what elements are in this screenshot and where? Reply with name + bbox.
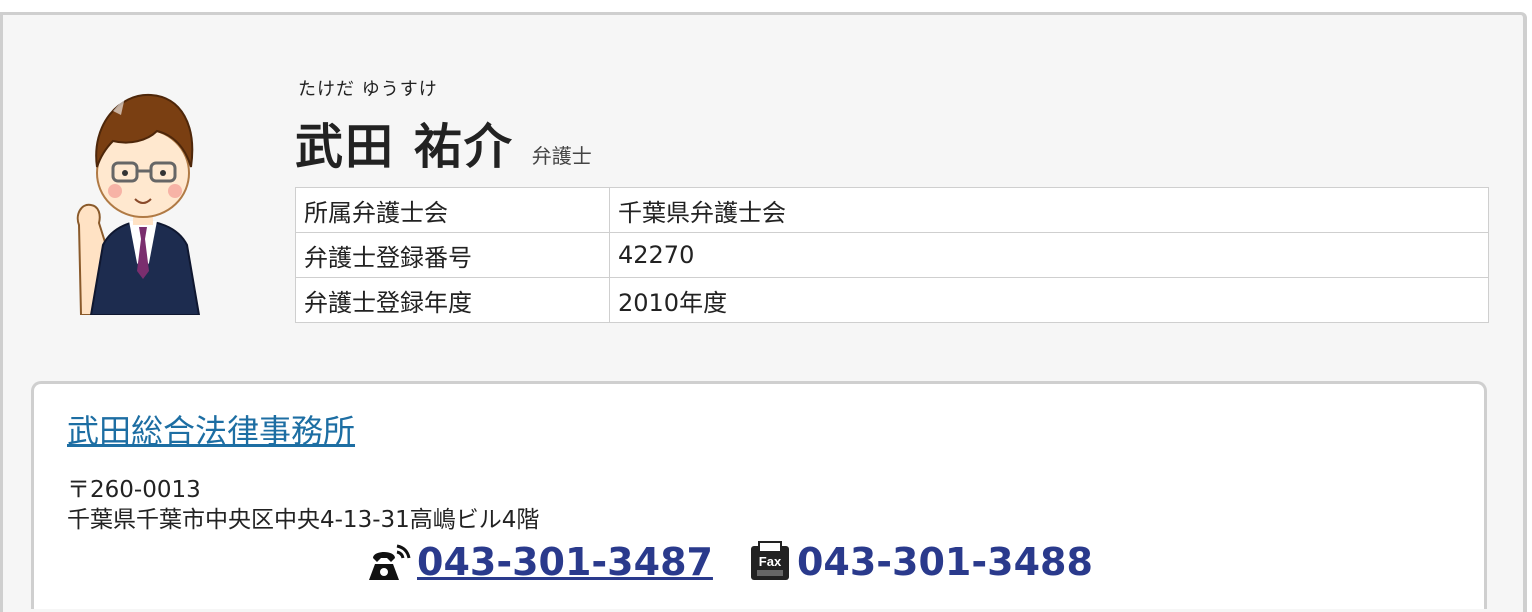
table-row: 所属弁護士会 千葉県弁護士会 [295,187,1489,233]
table-row: 弁護士登録番号 42270 [295,232,1489,278]
svg-text:Fax: Fax [759,554,782,569]
lawyer-title: 弁護士 [531,144,592,168]
name-row: 武田 祐介 弁護士 [295,107,592,177]
contact-row: 043-301-3487 Fax 043-301-3488 [369,540,1093,584]
office-box: 武田総合法律事務所 〒260-0013 千葉県千葉市中央区中央4-13-31高嶋… [31,381,1487,609]
office-name-link[interactable]: 武田総合法律事務所 [67,406,355,452]
table-cell-label: 弁護士登録番号 [295,232,610,278]
table-cell-label: 所属弁護士会 [295,187,610,233]
fax-number: 043-301-3488 [796,540,1093,584]
info-table: 所属弁護士会 千葉県弁護士会 弁護士登録番号 42270 弁護士登録年度 201… [295,187,1489,323]
office-address: 千葉県千葉市中央区中央4-13-31高嶋ビル4階 [67,507,540,533]
fax-icon: Fax [750,541,789,580]
telephone-icon [369,544,411,580]
lawyer-avatar [76,93,201,315]
table-cell-label: 弁護士登録年度 [295,277,610,323]
lawyer-name: 武田 祐介 [295,119,514,175]
table-cell-value: 42270 [609,232,1489,278]
office-postal-code: 〒260-0013 [67,477,201,503]
lawyer-profile-card: たけだ ゆうすけ 武田 祐介 弁護士 所属弁護士会 千葉県弁護士会 弁護士登録番… [0,12,1527,612]
table-row: 弁護士登録年度 2010年度 [295,277,1489,323]
table-cell-value: 2010年度 [609,277,1489,323]
table-cell-value: 千葉県弁護士会 [609,187,1489,233]
phone-number-link[interactable]: 043-301-3487 [417,540,713,584]
name-reading: たけだ ゆうすけ [298,79,438,100]
